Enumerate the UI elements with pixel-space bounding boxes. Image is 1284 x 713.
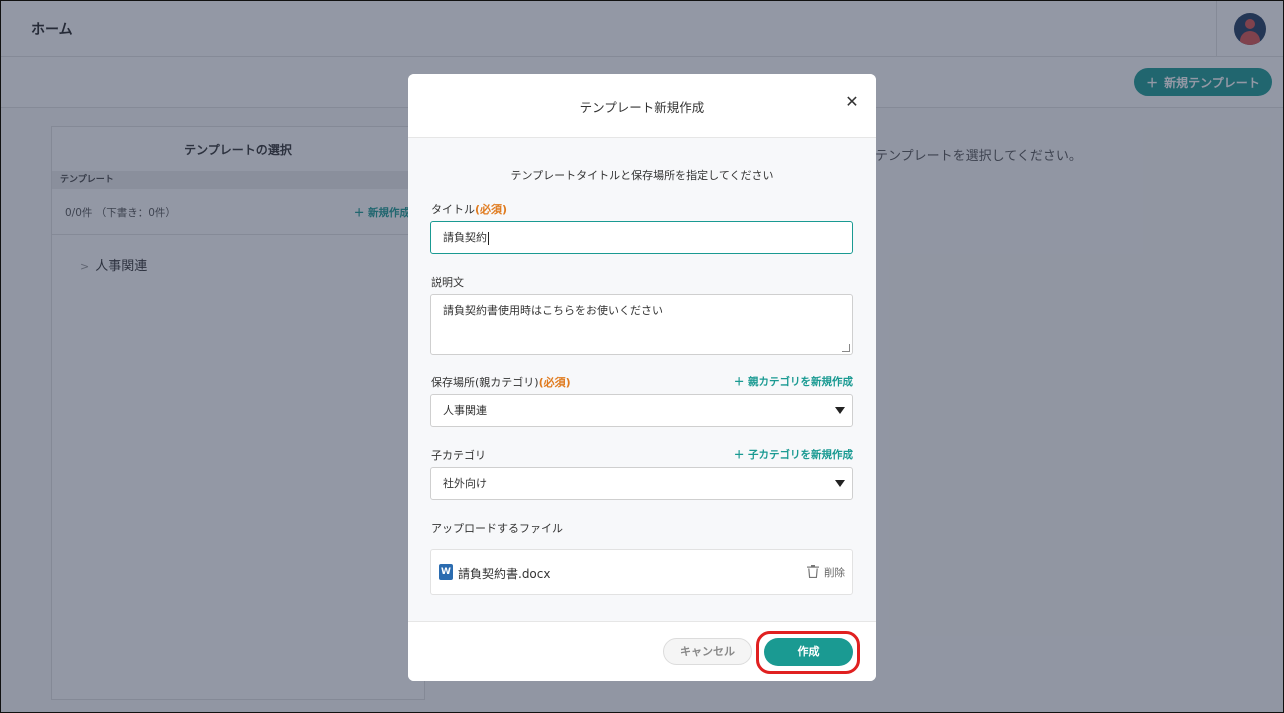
child-category-select[interactable]: 社外向け (430, 467, 853, 500)
required-mark: (必須) (538, 376, 571, 389)
modal-header: テンプレート新規作成 ✕ (408, 74, 876, 138)
plus-icon: ＋ (733, 376, 748, 388)
modal-footer: キャンセル 作成 (408, 621, 876, 681)
parent-category-value: 人事関連 (443, 404, 487, 417)
upload-file-label: アップロードするファイル (431, 522, 563, 535)
title-field-label: タイトル(必須) (431, 201, 507, 217)
resize-handle-icon[interactable] (842, 344, 850, 352)
description-textarea[interactable]: 請負契約書使用時はこちらをお使いください (430, 294, 853, 355)
word-file-icon: W (439, 564, 453, 580)
close-icon[interactable]: ✕ (844, 94, 860, 110)
delete-file-button[interactable]: 削除 (824, 565, 845, 580)
add-child-label: 子カテゴリを新規作成 (748, 449, 853, 461)
uploaded-file-card: W 請負契約書.docx 削除 (430, 549, 853, 595)
title-input-value: 請負契約 (443, 231, 487, 244)
parent-category-select[interactable]: 人事関連 (430, 394, 853, 427)
title-input[interactable]: 請負契約 (430, 221, 853, 254)
app-frame: ホーム ＋ 新規テンプレート テンプレートの選択 テンプレート 0/0件 （下書… (0, 0, 1284, 713)
parent-label-text: 保存場所(親カテゴリ) (431, 376, 539, 389)
add-parent-label: 親カテゴリを新規作成 (748, 376, 853, 388)
text-cursor (488, 231, 489, 245)
cancel-button[interactable]: キャンセル (663, 638, 752, 665)
child-category-label: 子カテゴリ (431, 449, 486, 462)
new-template-modal: テンプレート新規作成 ✕ テンプレートタイトルと保存場所を指定してください タイ… (408, 74, 876, 681)
add-child-category-link[interactable]: ＋ 子カテゴリを新規作成 (734, 447, 853, 462)
title-label-text: タイトル (431, 203, 475, 216)
parent-category-label: 保存場所(親カテゴリ)(必須) (431, 374, 571, 390)
dropdown-arrow-icon (835, 480, 845, 487)
add-parent-category-link[interactable]: ＋ 親カテゴリを新規作成 (734, 374, 853, 389)
required-mark: (必須) (475, 203, 508, 216)
file-name: 請負契約書.docx (458, 567, 551, 581)
child-category-value: 社外向け (443, 477, 487, 490)
modal-title: テンプレート新規作成 (579, 100, 705, 115)
trash-icon[interactable] (807, 565, 819, 578)
plus-icon: ＋ (733, 449, 748, 461)
modal-instruction: テンプレートタイトルと保存場所を指定してください (510, 169, 774, 182)
description-label: 説明文 (431, 276, 464, 289)
dropdown-arrow-icon (835, 407, 845, 414)
description-value: 請負契約書使用時はこちらをお使いください (443, 304, 663, 317)
create-button[interactable]: 作成 (764, 638, 853, 666)
